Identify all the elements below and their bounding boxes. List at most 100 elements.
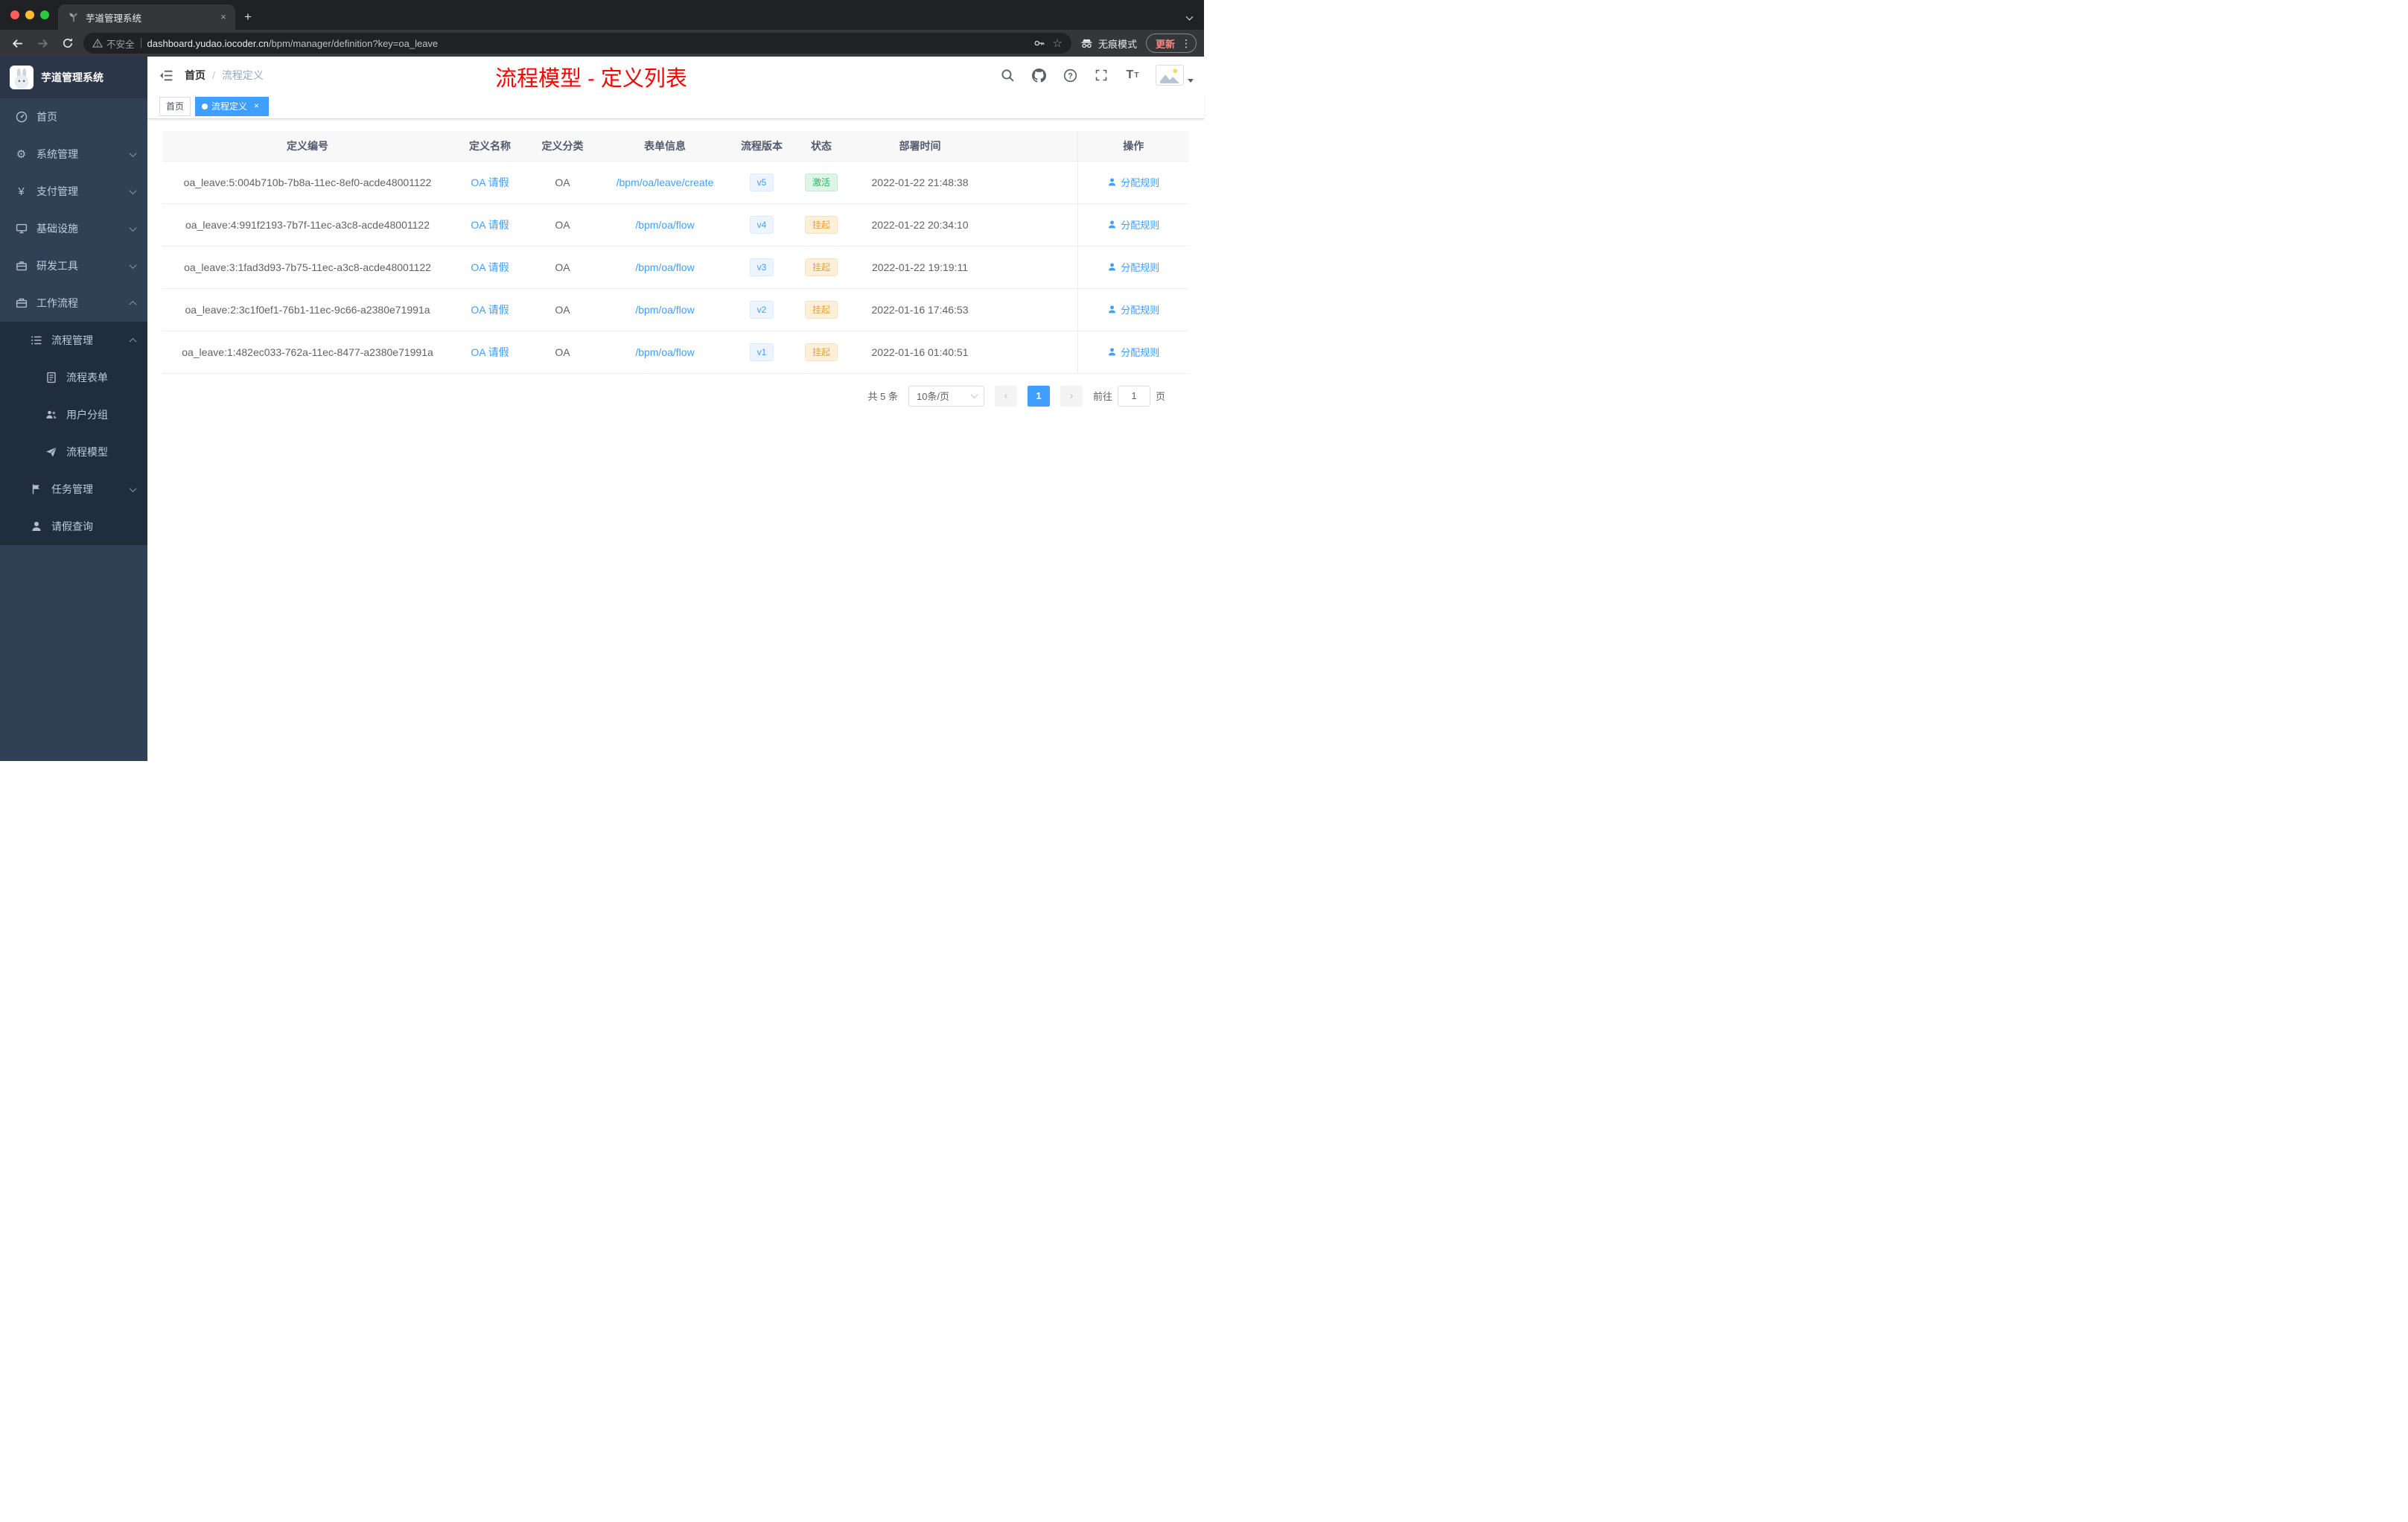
yen-icon: ¥ [18,185,25,198]
sidebar-item-workflow[interactable]: 工作流程 [0,284,147,322]
breadcrumb-current: 流程定义 [221,69,264,81]
chevron-up-icon [129,337,137,346]
address-bar[interactable]: 不安全 dashboard.yudao.iocoder.cn/bpm/manag… [83,33,1071,54]
deploy-time-cell: 2022-01-16 01:40:51 [851,331,989,374]
browser-toolbar: 不安全 dashboard.yudao.iocoder.cn/bpm/manag… [0,30,1204,57]
sidebar-item-label: 研发工具 [36,260,78,272]
chevron-down-icon [129,484,137,492]
incognito-label: 无痕模式 [1098,38,1137,50]
version-tag: v5 [749,173,774,191]
col-form-info: 表单信息 [598,131,732,162]
tab-close-icon[interactable]: × [217,11,229,23]
tag-close-icon[interactable]: × [251,101,262,112]
sidebar-item-label: 工作流程 [36,297,78,309]
sidebar-item-label: 请假查询 [51,520,93,532]
forward-icon[interactable] [33,34,52,53]
page-number-button[interactable]: 1 [1027,385,1050,407]
screen: 芋道管理系统 × + 不安全 dashboard.yudao.iocoder.c… [0,0,1204,761]
sidebar-item-label: 首页 [36,111,57,123]
definition-name-link[interactable]: OA 请假 [471,219,509,231]
flag-icon [30,483,42,496]
sidebar-item-process-management[interactable]: 流程管理 [0,322,147,359]
person-icon [1109,178,1116,186]
back-icon[interactable] [7,34,27,53]
col-definition-name: 定义名称 [453,131,527,162]
sidebar-item-home[interactable]: 首页 [0,98,147,136]
page-content: 定义编号 定义名称 定义分类 表单信息 流程版本 状态 部署时间 操作 oa_l… [147,119,1204,761]
search-icon[interactable] [999,67,1016,83]
sidebar-item-payment[interactable]: ¥ 支付管理 [0,173,147,210]
assign-rule-button[interactable]: 分配规则 [1107,345,1159,359]
assign-rule-button[interactable]: 分配规则 [1107,217,1159,232]
pagination: 共 5 条 10条/页 ‹ 1 › 前往 页 [162,374,1189,407]
form-info-link[interactable]: /bpm/oa/flow [635,261,694,273]
definition-id-cell: oa_leave:4:991f2193-7b7f-11ec-a3c8-acde4… [162,203,453,246]
sidebar-toggle-icon[interactable] [147,57,185,94]
browser-update-button[interactable]: 更新 ⋮ [1145,34,1197,53]
github-icon[interactable] [1031,67,1047,83]
refresh-icon[interactable] [58,34,77,53]
zoom-window-button[interactable] [40,10,49,19]
deploy-time-cell: 2022-01-22 20:34:10 [851,203,989,246]
user-avatar-dropdown[interactable] [1156,65,1194,86]
sidebar-item-leave-query[interactable]: 请假查询 [0,508,147,545]
col-category: 定义分类 [527,131,598,162]
status-badge: 激活 [804,173,838,191]
assign-rule-button[interactable]: 分配规则 [1107,175,1159,189]
monitor-icon [15,223,28,235]
url-text: dashboard.yudao.iocoder.cn/bpm/manager/d… [147,38,1028,49]
users-icon [45,409,57,421]
tab-search-icon[interactable] [1185,10,1194,23]
help-icon[interactable]: ? [1062,67,1078,83]
version-tag: v4 [749,215,774,234]
form-info-link[interactable]: /bpm/oa/flow [635,219,694,231]
url-host: dashboard.yudao.iocoder.cn [147,37,269,49]
category-cell: OA [527,161,598,204]
sidebar-item-label: 流程管理 [51,334,93,346]
password-key-icon[interactable] [1033,37,1045,49]
assign-rule-button[interactable]: 分配规则 [1107,260,1159,274]
sidebar-item-dev-tools[interactable]: 研发工具 [0,247,147,284]
new-tab-button[interactable]: + [235,4,261,30]
close-window-button[interactable] [10,10,19,19]
minimize-window-button[interactable] [25,10,34,19]
sidebar-item-user-group[interactable]: 用户分组 [0,396,147,433]
form-info-link[interactable]: /bpm/oa/leave/create [617,176,714,188]
tag-process-definition[interactable]: 流程定义 × [195,96,270,116]
form-info-link[interactable]: /bpm/oa/flow [635,346,694,358]
security-indicator[interactable]: 不安全 [92,36,135,51]
sidebar-item-process-form[interactable]: 流程表单 [0,359,147,396]
browser-tab[interactable]: 芋道管理系统 × [58,4,235,30]
assign-rule-button[interactable]: 分配规则 [1107,302,1159,316]
definition-name-link[interactable]: OA 请假 [471,261,509,273]
page-size-select[interactable]: 10条/页 [908,385,984,407]
sidebar-item-infrastructure[interactable]: 基础设施 [0,210,147,247]
definition-name-link[interactable]: OA 请假 [471,304,509,316]
definition-name-link[interactable]: OA 请假 [471,176,509,188]
document-icon [45,372,57,384]
person-icon [1109,305,1116,313]
sidebar-item-system[interactable]: ⚙ 系统管理 [0,136,147,173]
col-operations: 操作 [1077,131,1189,162]
logo-avatar [10,66,34,89]
fullscreen-icon[interactable] [1093,67,1109,83]
deploy-time-cell: 2022-01-22 21:48:38 [851,161,989,204]
sidebar-item-task-management[interactable]: 任务管理 [0,471,147,508]
font-size-icon[interactable]: TT [1124,67,1141,83]
definition-name-link[interactable]: OA 请假 [471,346,509,358]
sidebar-logo[interactable]: 芋道管理系统 [0,57,147,98]
prev-page-button[interactable]: ‹ [994,385,1017,407]
sidebar-item-label: 流程模型 [66,446,108,458]
col-deploy-time: 部署时间 [851,131,989,162]
category-cell: OA [527,331,598,374]
browser-tabstrip: 芋道管理系统 × + [0,0,1204,30]
browser-menu-icon[interactable]: ⋮ [1181,37,1191,50]
breadcrumb-home[interactable]: 首页 [185,68,206,83]
category-cell: OA [527,288,598,331]
tag-home[interactable]: 首页 [159,96,191,116]
sidebar-item-process-model[interactable]: 流程模型 [0,433,147,471]
bookmark-star-icon[interactable]: ☆ [1053,38,1063,49]
next-page-button[interactable]: › [1060,385,1083,407]
goto-page-input[interactable] [1117,385,1150,407]
form-info-link[interactable]: /bpm/oa/flow [635,304,694,316]
